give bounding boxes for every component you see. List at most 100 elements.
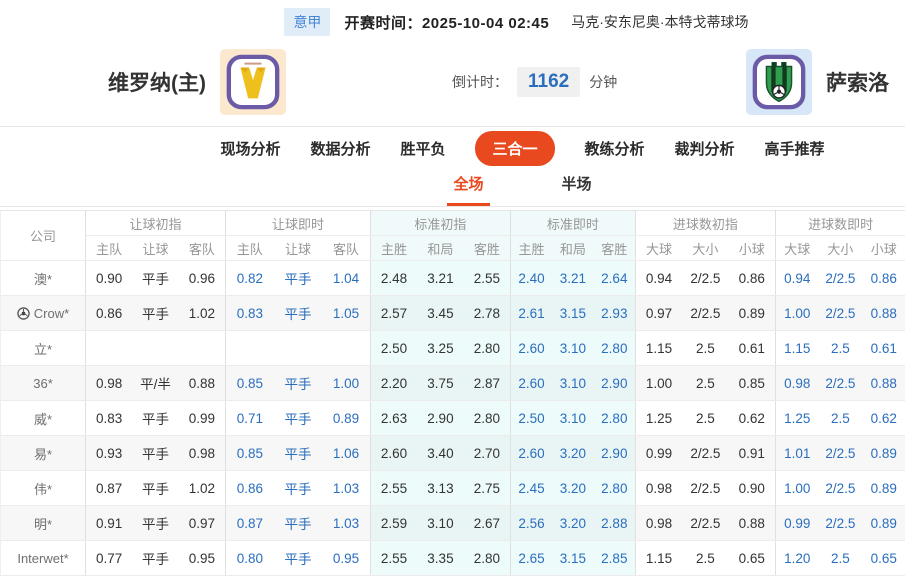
odds-cell: 0.97	[178, 505, 226, 541]
odds-cell: 2.59	[369, 505, 418, 541]
odds-cell: 0.90	[728, 470, 776, 506]
odds-cell: 0.85	[224, 365, 274, 401]
odds-cell: 1.04	[322, 260, 371, 296]
sassuolo-crest-icon	[746, 49, 812, 115]
odds-cell: 2.65	[509, 540, 553, 576]
period-sub-tabs: 全场 半场	[0, 170, 905, 207]
odds-cell: 1.02	[178, 470, 226, 506]
odds-cell: 2.85	[593, 540, 636, 576]
odds-cell: 0.88	[178, 365, 226, 401]
odds-cell: 0.88	[862, 365, 905, 401]
odds-cell: 0.94	[774, 260, 819, 296]
odds-cell: 平手	[132, 505, 179, 541]
odds-cell: 2.56	[509, 505, 553, 541]
odds-cell: 2.5	[818, 540, 863, 576]
odds-cell: 3.10	[552, 330, 594, 366]
odds-cell: 2.55	[369, 470, 418, 506]
company-name[interactable]: Crow*	[0, 295, 86, 331]
odds-cell: 2.90	[593, 435, 636, 471]
company-name[interactable]: Interwet*	[0, 540, 86, 576]
sub-header: 大球	[774, 235, 819, 261]
countdown: 倒计时： 1162 分钟	[452, 67, 617, 97]
nav-tab-教练分析[interactable]: 教练分析	[585, 138, 645, 159]
company-name[interactable]: 威*	[0, 400, 86, 436]
nav-tab-数据分析[interactable]: 数据分析	[310, 138, 370, 159]
odds-cell: 3.20	[552, 470, 594, 506]
odds-cell: 1.15	[774, 330, 819, 366]
nav-tab-裁判分析[interactable]: 裁判分析	[675, 138, 735, 159]
company-name[interactable]: 立*	[0, 330, 86, 366]
odds-cell: 2.60	[509, 435, 553, 471]
odds-comparison-table: 公司 让球初指 让球即时 标准初指 标准即时 进球数初指 进球数即时 主队 让球 客队 主队 让球 客队…	[0, 210, 905, 576]
sub-header: 主队	[224, 235, 274, 261]
odds-cell: 2.93	[593, 295, 636, 331]
group-header-让球即时: 让球即时	[224, 210, 371, 236]
sub-header: 主胜	[509, 235, 553, 261]
odds-page: 意甲 开赛时间：2025-10-04 02:45 马克·安东尼奥·本特戈蒂球场 …	[0, 0, 905, 585]
kickoff-label: 开赛时间：	[344, 14, 422, 32]
odds-cell: 2.87	[463, 365, 511, 401]
odds-cell: 0.82	[224, 260, 274, 296]
odds-row-威*: 威* 0.83 平手 0.99 0.71 平手 0.89 2.63 2.90 2.80 2.50 3.…	[0, 400, 905, 436]
odds-cell	[178, 330, 226, 366]
odds-cell: 2/2.5	[682, 435, 729, 471]
odds-cell: 0.89	[862, 435, 905, 471]
odds-cell: 0.88	[862, 295, 905, 331]
nav-tab-胜平负[interactable]: 胜平负	[400, 138, 445, 159]
odds-cell: 1.00	[774, 295, 819, 331]
group-header-进球数即时: 进球数即时	[774, 210, 905, 236]
odds-cell: 平手	[132, 540, 179, 576]
odds-cell: 0.85	[728, 365, 776, 401]
kickoff-value: 2025-10-04 02:45	[421, 14, 550, 32]
odds-cell: 0.96	[178, 260, 226, 296]
league-badge[interactable]: 意甲	[284, 8, 331, 36]
nav-tab-三合一[interactable]: 三合一	[475, 131, 555, 166]
odds-cell: 0.98	[178, 435, 226, 471]
odds-cell: 0.77	[85, 540, 133, 576]
odds-cell: 0.98	[85, 365, 133, 401]
odds-cell: 2/2.5	[682, 505, 729, 541]
odds-cell: 3.20	[552, 435, 594, 471]
odds-cell	[132, 330, 179, 366]
sub-tab-全场[interactable]: 全场	[447, 173, 490, 206]
sub-header: 大球	[634, 235, 683, 261]
odds-cell: 1.00	[322, 365, 371, 401]
odds-cell: 3.13	[417, 470, 464, 506]
odds-cell: 0.61	[728, 330, 776, 366]
company-name[interactable]: 36*	[0, 365, 86, 401]
odds-cell: 0.99	[178, 400, 226, 436]
company-name[interactable]: 澳*	[0, 260, 86, 296]
company-name[interactable]: 伟*	[0, 470, 86, 506]
odds-cell: 2/2.5	[818, 260, 863, 296]
odds-cell	[85, 330, 133, 366]
odds-cell: 1.25	[774, 400, 819, 436]
odds-cell: 2.67	[463, 505, 511, 541]
odds-cell: 2/2.5	[682, 260, 729, 296]
nav-tab-高手推荐[interactable]: 高手推荐	[765, 138, 825, 159]
odds-cell: 2.78	[463, 295, 511, 331]
odds-cell: 2.5	[818, 330, 863, 366]
odds-row-36*: 36* 0.98 平/半 0.88 0.85 平手 1.00 2.20 3.75 2.87 2.60…	[0, 365, 905, 401]
odds-cell: 2.63	[369, 400, 418, 436]
odds-cell: 0.99	[774, 505, 819, 541]
venue-name: 马克·安东尼奥·本特戈蒂球场	[571, 14, 749, 30]
odds-cell: 0.97	[634, 295, 683, 331]
company-name[interactable]: 易*	[0, 435, 86, 471]
nav-tab-现场分析[interactable]: 现场分析	[220, 138, 280, 159]
odds-cell: 2.60	[369, 435, 418, 471]
odds-cell: 0.89	[862, 470, 905, 506]
company-name[interactable]: 明*	[0, 505, 86, 541]
odds-row-立*: 立* 2.50 3.25 2.80 2.60 3.10 2.80 1.15 2.5 0.61 1.1…	[0, 330, 905, 366]
sub-tab-半场[interactable]: 半场	[556, 173, 598, 206]
odds-cell: 1.01	[774, 435, 819, 471]
sub-header: 和局	[552, 235, 594, 261]
odds-cell: 0.93	[85, 435, 133, 471]
odds-cell: 1.20	[774, 540, 819, 576]
odds-row-澳*: 澳* 0.90 平手 0.96 0.82 平手 1.04 2.48 3.21 2.55 2.40 3.…	[0, 260, 905, 296]
odds-cell: 2.80	[463, 540, 511, 576]
odds-cell: 2/2.5	[682, 470, 729, 506]
odds-cell: 平手	[273, 295, 323, 331]
odds-cell: 2.5	[682, 330, 729, 366]
odds-cell: 平手	[132, 435, 179, 471]
odds-cell: 1.05	[322, 295, 371, 331]
